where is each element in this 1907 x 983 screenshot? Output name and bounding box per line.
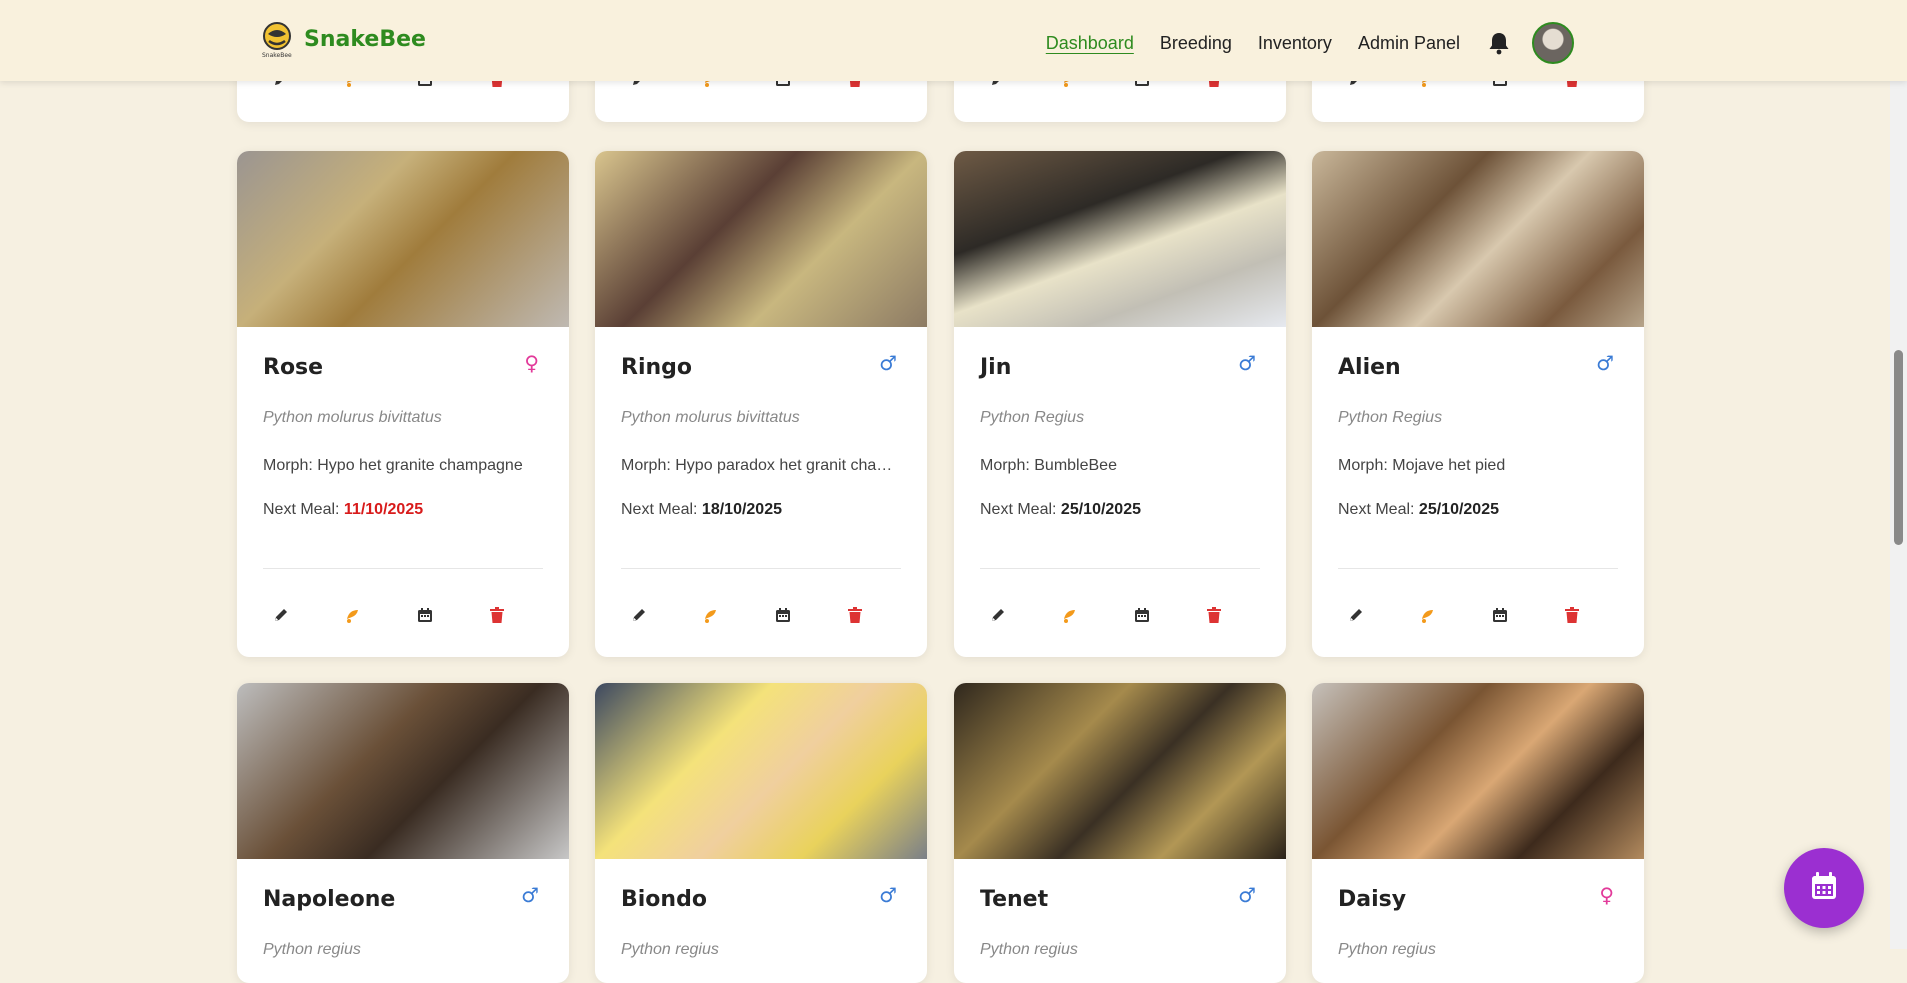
calendar-fab-button[interactable]	[1784, 848, 1864, 928]
trash-icon[interactable]	[485, 603, 509, 627]
female-icon: ♀	[524, 351, 539, 375]
card-actions	[980, 603, 1262, 627]
next-meal-date: 25/10/2025	[1418, 501, 1499, 518]
card-actions	[1338, 603, 1620, 627]
user-avatar[interactable]	[1532, 22, 1574, 64]
next-meal-date: 11/10/2025	[343, 501, 424, 518]
snake-species: Python molurus bivittatus	[263, 409, 442, 426]
calendar-icon	[1811, 872, 1837, 904]
feeding-icon[interactable]	[341, 603, 365, 627]
snake-card-alien[interactable]: Alien ♂ Python Regius Morph: Mojave het …	[1312, 151, 1644, 657]
snake-species: Python regius	[621, 941, 719, 958]
snake-name: Tenet	[980, 887, 1049, 912]
snake-name: Alien	[1338, 355, 1401, 380]
snake-photo	[1312, 683, 1644, 859]
snake-name: Ringo	[621, 355, 693, 380]
snake-species: Python regius	[263, 941, 361, 958]
snake-card-jin[interactable]: Jin ♂ Python Regius Morph: BumbleBee Nex…	[954, 151, 1286, 657]
nav-link-inventory[interactable]: Inventory	[1258, 24, 1332, 62]
snake-card-tenet[interactable]: Tenet ♂ Python regius	[954, 683, 1286, 983]
male-icon: ♂	[521, 883, 539, 907]
snake-morph: Morph: Mojave het pied	[1338, 457, 1506, 474]
snake-name: Daisy	[1338, 887, 1407, 912]
snake-morph: Morph: Hypo paradox het granit champagne	[621, 457, 903, 474]
divider	[1338, 568, 1618, 569]
card-actions	[263, 603, 545, 627]
snakebee-logo: SnakeBee	[260, 20, 294, 59]
snake-card-napoleone[interactable]: Napoleone ♂ Python regius	[237, 683, 569, 983]
trash-icon[interactable]	[843, 603, 867, 627]
pencil-icon[interactable]	[269, 603, 293, 627]
snake-photo	[237, 683, 569, 859]
snake-card-daisy[interactable]: Daisy ♀ Python regius	[1312, 683, 1644, 983]
snake-photo	[595, 683, 927, 859]
divider	[980, 568, 1260, 569]
svg-text:SnakeBee: SnakeBee	[262, 52, 292, 58]
scrollbar-thumb[interactable]	[1894, 350, 1903, 545]
snake-species: Python regius	[980, 941, 1078, 958]
nav-link-admin-panel[interactable]: Admin Panel	[1358, 24, 1460, 62]
snake-card-ringo[interactable]: Ringo ♂ Python molurus bivittatus Morph:…	[595, 151, 927, 657]
snake-name: Jin	[980, 355, 1012, 380]
brand-name: SnakeBee	[304, 26, 426, 52]
calendar-icon[interactable]	[771, 603, 795, 627]
snake-species: Python molurus bivittatus	[621, 409, 800, 426]
divider	[263, 568, 543, 569]
male-icon: ♂	[879, 883, 897, 907]
top-navbar: SnakeBee SnakeBee Dashboard Breeding Inv…	[0, 0, 1907, 81]
snake-photo	[1312, 151, 1644, 327]
male-icon: ♂	[879, 351, 897, 375]
trash-icon[interactable]	[1202, 603, 1226, 627]
snake-card-rose[interactable]: Rose ♀ Python molurus bivittatus Morph: …	[237, 151, 569, 657]
next-meal-date: 18/10/2025	[701, 501, 782, 518]
next-meal-date: 25/10/2025	[1060, 501, 1141, 518]
snake-species: Python regius	[1338, 941, 1436, 958]
snake-photo	[237, 151, 569, 327]
trash-icon[interactable]	[1560, 603, 1584, 627]
snake-photo	[954, 151, 1286, 327]
snake-cards-grid: Rose ♀ Python molurus bivittatus Morph: …	[237, 0, 1645, 983]
next-meal: Next Meal: 11/10/2025	[263, 501, 424, 518]
nav-links: Dashboard Breeding Inventory Admin Panel	[1020, 22, 1574, 64]
next-meal: Next Meal: 25/10/2025	[1338, 501, 1499, 518]
snake-morph: Morph: BumbleBee	[980, 457, 1117, 474]
snake-name: Napoleone	[263, 887, 396, 912]
pencil-icon[interactable]	[1344, 603, 1368, 627]
nav-link-dashboard[interactable]: Dashboard	[1046, 24, 1134, 62]
calendar-icon[interactable]	[413, 603, 437, 627]
bell-icon[interactable]	[1486, 28, 1512, 58]
feeding-icon[interactable]	[699, 603, 723, 627]
pencil-icon[interactable]	[986, 603, 1010, 627]
feeding-icon[interactable]	[1058, 603, 1082, 627]
snake-photo	[595, 151, 927, 327]
male-icon: ♂	[1238, 351, 1256, 375]
feeding-icon[interactable]	[1416, 603, 1440, 627]
snake-card-biondo[interactable]: Biondo ♂ Python regius	[595, 683, 927, 983]
male-icon: ♂	[1596, 351, 1614, 375]
female-icon: ♀	[1599, 883, 1614, 907]
nav-link-breeding[interactable]: Breeding	[1160, 24, 1232, 62]
next-meal: Next Meal: 18/10/2025	[621, 501, 782, 518]
next-meal: Next Meal: 25/10/2025	[980, 501, 1141, 518]
brand[interactable]: SnakeBee SnakeBee	[260, 20, 426, 59]
snake-species: Python Regius	[1338, 409, 1443, 426]
snake-species: Python Regius	[980, 409, 1085, 426]
page-scrollbar[interactable]	[1890, 0, 1907, 949]
pencil-icon[interactable]	[627, 603, 651, 627]
snake-morph: Morph: Hypo het granite champagne	[263, 457, 523, 474]
male-icon: ♂	[1238, 883, 1256, 907]
snake-photo	[954, 683, 1286, 859]
calendar-icon[interactable]	[1130, 603, 1154, 627]
snake-name: Biondo	[621, 887, 707, 912]
snake-name: Rose	[263, 355, 324, 380]
divider	[621, 568, 901, 569]
card-actions	[621, 603, 903, 627]
calendar-icon[interactable]	[1488, 603, 1512, 627]
